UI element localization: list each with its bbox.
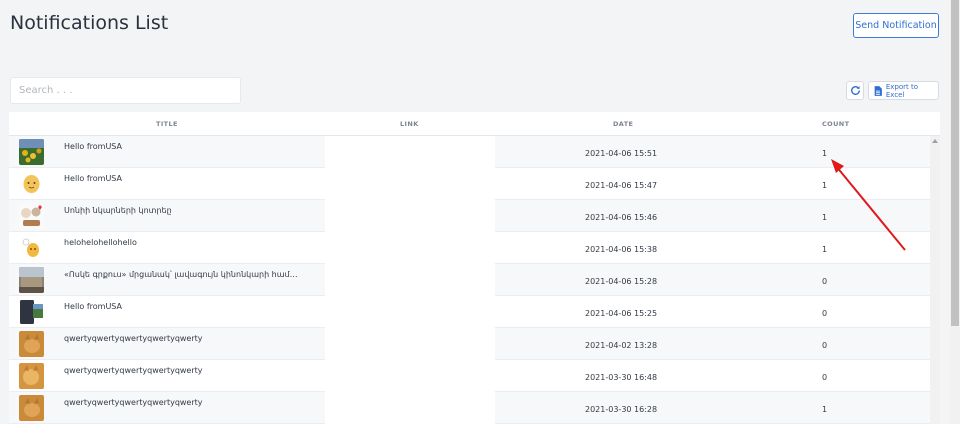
notification-title: qwertyqwertyqwertyqwertyqwerty: [64, 334, 203, 343]
notification-count: 1: [822, 245, 828, 254]
page-title: Notifications List: [10, 12, 169, 34]
thumbnail-image: [19, 299, 44, 325]
export-label: Export to Excel: [885, 82, 919, 99]
table-header: TITLE LINK DATE COUNT: [9, 112, 940, 136]
notification-date: 2021-04-06 15:28: [585, 277, 658, 286]
thumbnail-image: [19, 267, 44, 293]
table-scrollbar[interactable]: [930, 136, 940, 424]
notification-title: Hello fromUSA: [64, 174, 122, 183]
thumbnail-image: [19, 363, 44, 389]
notification-title: helohelohellohello: [64, 238, 137, 247]
notification-title: qwertyqwertyqwertyqwertyqwerty: [64, 366, 203, 375]
notification-count: 1: [822, 149, 828, 158]
column-header-count[interactable]: COUNT: [822, 120, 849, 128]
notification-title: Սոնիի նկարների կոտրեը: [64, 206, 172, 215]
page-scrollbar-thumb[interactable]: [951, 0, 959, 326]
export-to-excel-button[interactable]: Export to Excel: [868, 81, 939, 100]
column-header-title[interactable]: TITLE: [156, 120, 178, 128]
notifications-table: TITLE LINK DATE COUNT Hello fromUSA 2021…: [9, 112, 940, 424]
notification-count: 1: [822, 213, 828, 222]
notification-date: 2021-04-06 15:46: [585, 213, 658, 222]
column-header-date[interactable]: DATE: [613, 120, 633, 128]
notification-count: 0: [822, 277, 828, 286]
refresh-icon: [850, 86, 860, 95]
notification-date: 2021-04-06 15:25: [585, 309, 658, 318]
thumbnail-image: [19, 139, 44, 165]
thumbnail-image: [19, 235, 44, 261]
notification-title: Hello fromUSA: [64, 302, 122, 311]
notification-title: qwertyqwertyqwertyqwertyqwerty: [64, 398, 203, 407]
page-scrollbar[interactable]: [950, 0, 960, 424]
excel-file-icon: [874, 85, 882, 96]
link-column-redacted: [325, 136, 495, 424]
notification-title: «Ոսկե գրքուս» մրցանակ՝ լավագույն կինոնկա…: [64, 270, 298, 279]
notification-date: 2021-04-06 15:38: [585, 245, 658, 254]
thumbnail-image: [19, 203, 44, 229]
column-header-link[interactable]: LINK: [400, 120, 419, 128]
notification-title: Hello fromUSA: [64, 142, 122, 151]
refresh-button[interactable]: [846, 81, 864, 100]
thumbnail-image: [19, 395, 44, 421]
notification-date: 2021-03-30 16:48: [585, 373, 658, 382]
thumbnail-image: [19, 331, 44, 357]
notification-count: 1: [822, 405, 828, 414]
notification-date: 2021-03-30 16:28: [585, 405, 658, 414]
notification-count: 1: [822, 181, 828, 190]
notification-count: 0: [822, 373, 828, 382]
thumbnail-image: [19, 171, 44, 197]
notification-count: 0: [822, 341, 828, 350]
notification-count: 0: [822, 309, 828, 318]
notification-date: 2021-04-02 13:28: [585, 341, 658, 350]
notification-date: 2021-04-06 15:47: [585, 181, 658, 190]
search-input[interactable]: Search . . .: [10, 77, 241, 104]
notification-date: 2021-04-06 15:51: [585, 149, 658, 158]
send-notification-button[interactable]: Send Notification: [853, 13, 939, 38]
scroll-up-arrow-icon[interactable]: [932, 139, 938, 143]
